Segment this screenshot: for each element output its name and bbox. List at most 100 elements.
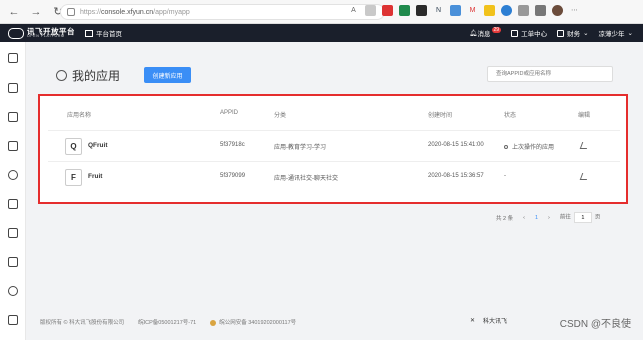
messages-link[interactable]: 🔔︎ 消息 29 [469, 27, 502, 38]
app-category: 应用-教育学习-学习 [274, 145, 326, 151]
extension-icon[interactable] [365, 5, 376, 16]
url-path: /app/myapp [153, 8, 190, 16]
home-link[interactable]: 平台首页 [85, 28, 122, 38]
app-avatar: F [65, 169, 82, 186]
col-status: 状态 [504, 113, 517, 119]
footer: 版权所有 © 科大讯飞股份有限公司 皖ICP备05001217号-71 皖公网安… [40, 318, 296, 326]
col-edit: 编辑 [578, 113, 591, 119]
police-text: 皖公网安备 34019202000117号 [219, 320, 297, 326]
edit-icon[interactable] [579, 142, 590, 149]
app-category: 应用-通讯社交-聊天社交 [274, 176, 338, 182]
wallet-icon [557, 29, 565, 37]
sidebar-apps-icon[interactable] [8, 83, 18, 93]
chevron-down-icon: ⌄ [583, 30, 589, 37]
main-content: 我的应用 创建新应用 应用名称 APPID 分类 创建时间 状态 编辑 Q QF… [26, 42, 643, 340]
gear-icon [56, 70, 67, 81]
edit-icon[interactable] [579, 173, 590, 180]
finance-label: 财务 [567, 31, 581, 38]
search-input[interactable] [487, 66, 613, 82]
user-name: 凉薄少年 [598, 31, 625, 38]
chevron-down-icon: ⌄ [627, 30, 633, 37]
app-table: 应用名称 APPID 分类 创建时间 状态 编辑 Q QFruit 5f3791… [38, 94, 628, 204]
police-badge-icon [210, 319, 217, 326]
prev-page-button[interactable]: ‹ [523, 215, 525, 221]
workspace-link[interactable]: 工单中心 [511, 28, 547, 38]
profile-avatar[interactable] [552, 5, 563, 16]
extension-icon[interactable] [450, 5, 461, 16]
extension-icon[interactable]: N [433, 5, 444, 16]
table-row[interactable]: Q QFruit 5f37918c 应用-教育学习-学习 2020-08-15 … [48, 130, 620, 160]
status-dot-icon [504, 145, 508, 150]
finance-menu[interactable]: 财务 ⌄ [557, 28, 589, 38]
goto-page-input[interactable] [573, 212, 592, 223]
app-status-text: 上次操作的应用 [512, 145, 555, 151]
col-category: 分类 [274, 113, 287, 119]
sidebar-more-icon[interactable] [8, 315, 18, 325]
col-appid: APPID [220, 110, 239, 116]
extension-icons: A N M ⋯ [348, 5, 580, 16]
user-menu[interactable]: 凉薄少年 ⌄ [599, 28, 633, 38]
extension-icon[interactable] [484, 5, 495, 16]
total-count: 共 2 条 [496, 215, 514, 222]
extension-icon[interactable] [382, 5, 393, 16]
back-icon[interactable]: ← [6, 4, 22, 20]
goto-page: 前往 页 [559, 212, 601, 223]
app-name[interactable]: Fruit [88, 173, 102, 180]
home-label: 平台首页 [96, 31, 122, 38]
browser-menu-icon[interactable]: ⋯ [569, 5, 580, 16]
police-record[interactable]: 皖公网安备 34019202000117号 [210, 318, 296, 326]
app-status: 上次操作的应用 [504, 142, 554, 151]
home-icon [85, 29, 93, 37]
app-id: 5f379099 [220, 173, 246, 179]
page-title: 我的应用 [72, 69, 121, 83]
logo[interactable]: 讯飞开放平台 OPEN PLATFORM [8, 27, 82, 39]
message-count-badge: 29 [491, 27, 502, 33]
next-page-button[interactable]: › [548, 215, 550, 221]
app-created: 2020-08-15 15:41:00 [428, 142, 484, 148]
ticket-icon [511, 29, 519, 37]
sidebar-mail-icon[interactable] [8, 257, 18, 267]
goto-suffix: 页 [594, 214, 601, 221]
watermark-text: CSDN @不良使 [559, 319, 631, 330]
extension-icon[interactable] [535, 5, 546, 16]
extension-icon[interactable] [399, 5, 410, 16]
app-status-text: - [504, 173, 506, 179]
extension-icon[interactable] [416, 5, 427, 16]
sidebar-face-icon[interactable] [8, 170, 18, 180]
app-avatar: Q [65, 138, 82, 155]
workspace-label: 工单中心 [521, 31, 548, 38]
address-bar[interactable]: https://console.xfyun.cn/app/myapp [60, 4, 385, 20]
logo-sub-text: OPEN PLATFORM [27, 34, 65, 38]
browser-toolbar: ← → ↻ https://console.xfyun.cn/app/myapp… [0, 0, 643, 24]
copyright-text: 版权所有 © 科大讯飞股份有限公司 [40, 320, 125, 326]
sidebar-console-icon[interactable] [8, 53, 18, 63]
col-name: 应用名称 [67, 113, 92, 119]
extension-icon[interactable]: M [467, 5, 478, 16]
extension-icon[interactable] [501, 5, 512, 16]
icp-link[interactable]: 皖ICP备05001217号-71 [138, 318, 196, 326]
app-id: 5f37918c [220, 142, 245, 148]
sidebar-image-icon[interactable] [8, 228, 18, 238]
logo-mark-icon [8, 27, 24, 39]
top-nav: 讯飞开放平台 OPEN PLATFORM 平台首页 🔔︎ 消息 29 工单中心 … [0, 24, 643, 42]
table-row[interactable]: F Fruit 5f379099 应用-通讯社交-聊天社交 2020-08-15… [48, 161, 620, 191]
col-created: 创建时间 [428, 113, 453, 119]
app-name[interactable]: QFruit [88, 142, 108, 149]
create-app-button[interactable]: 创建新应用 [144, 67, 191, 83]
bell-icon: 🔔︎ [469, 30, 478, 37]
goto-label: 前往 [559, 214, 571, 221]
page-number[interactable]: 1 [535, 215, 538, 221]
pagination: 共 2 条 ‹ 1 › 前往 页 [496, 212, 600, 223]
sidebar-voice-icon[interactable] [8, 112, 18, 122]
forward-icon[interactable]: → [28, 4, 44, 20]
extension-icon[interactable] [518, 5, 529, 16]
sidebar-scan-icon[interactable] [8, 141, 18, 151]
brand-logo-icon: ✕ [470, 318, 476, 324]
url-scheme: https:// [80, 8, 102, 16]
sidebar-grid-icon[interactable] [8, 286, 18, 296]
lock-icon [67, 8, 75, 16]
reader-mode-icon[interactable]: A [348, 5, 359, 16]
messages-label: 消息 [477, 31, 491, 38]
brand-name: 科大讯飞 [483, 319, 508, 325]
sidebar-ocr-icon[interactable] [8, 199, 18, 209]
